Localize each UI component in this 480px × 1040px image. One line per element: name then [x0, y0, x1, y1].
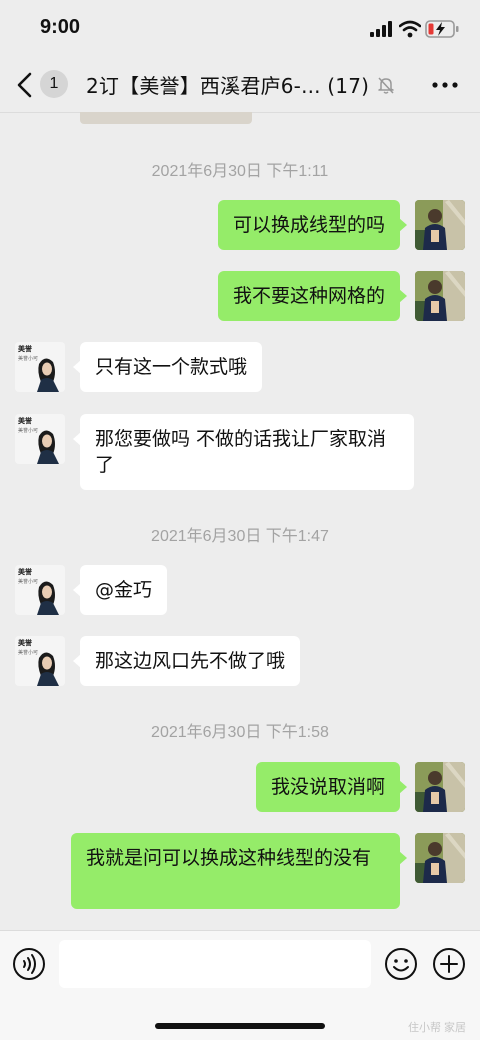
message-bubble[interactable]: 我不要这种网格的	[217, 271, 408, 321]
contact-avatar-photo: 美誉 美誉小可	[15, 414, 65, 464]
battery-charging-icon	[425, 20, 459, 38]
mute-bell-icon	[378, 77, 394, 94]
my-avatar-photo	[415, 200, 465, 250]
my-avatar[interactable]	[415, 200, 465, 250]
avatar-brand-sublabel: 美誉小可	[18, 355, 38, 362]
message-timestamp: 2021年6月30日 下午1:58	[151, 724, 329, 741]
message-bubble[interactable]: 那这边风口先不做了哦	[72, 636, 301, 686]
emoji-icon[interactable]	[384, 947, 418, 981]
chat-header: 1 2订【美誉】西溪君庐6-... (17)	[0, 58, 480, 113]
unread-count-badge[interactable]: 1	[40, 70, 68, 98]
contact-avatar-photo: 美誉 美誉小可	[15, 342, 65, 392]
previous-image-message[interactable]	[80, 112, 252, 124]
input-bar: 住小帮 家居	[0, 930, 480, 1040]
contact-avatar[interactable]: 美誉 美誉小可	[15, 565, 65, 615]
avatar-brand-sublabel: 美誉小可	[18, 427, 38, 434]
status-time: 9:00	[40, 16, 81, 38]
my-avatar-photo	[415, 271, 465, 321]
message-bubble[interactable]: 我没说取消啊	[255, 762, 408, 812]
chat-title[interactable]: 2订【美誉】西溪君庐6-... (17)	[86, 70, 369, 99]
message-input[interactable]	[59, 940, 371, 988]
avatar-brand-label: 美誉	[18, 567, 33, 576]
my-avatar[interactable]	[415, 271, 465, 321]
message-timestamp: 2021年6月30日 下午1:47	[151, 528, 329, 545]
status-bar: 9:00	[0, 0, 480, 58]
contact-avatar-photo: 美誉 美誉小可	[15, 636, 65, 686]
message-bubble[interactable]: 只有这一个款式哦	[72, 342, 263, 392]
message-bubble[interactable]: 那您要做吗 不做的话我让厂家取消了	[73, 414, 414, 490]
watermark: 住小帮 家居	[408, 1022, 467, 1034]
cellular-signal-icon	[370, 21, 392, 37]
back-chevron-icon[interactable]	[14, 71, 36, 99]
message-bubble[interactable]: 可以换成线型的吗	[217, 200, 408, 250]
my-avatar-photo	[415, 833, 465, 883]
voice-icon[interactable]	[12, 947, 46, 981]
message-timestamp: 2021年6月30日 下午1:11	[151, 163, 329, 180]
avatar-brand-sublabel: 美誉小可	[18, 578, 38, 585]
message-bubble[interactable]: @金巧	[72, 565, 168, 615]
avatar-brand-sublabel: 美誉小可	[18, 649, 38, 656]
more-dots-icon[interactable]	[432, 82, 458, 88]
my-avatar[interactable]	[415, 762, 465, 812]
message-bubble[interactable]: 我就是问可以换成这种线型的没有	[71, 833, 407, 909]
contact-avatar[interactable]: 美誉 美誉小可	[15, 414, 65, 464]
wifi-icon	[399, 20, 421, 38]
contact-avatar[interactable]: 美誉 美誉小可	[15, 636, 65, 686]
avatar-brand-label: 美誉	[18, 638, 33, 647]
plus-icon[interactable]	[432, 947, 466, 981]
avatar-brand-label: 美誉	[18, 344, 33, 353]
my-avatar[interactable]	[415, 833, 465, 883]
contact-avatar-photo: 美誉 美誉小可	[15, 565, 65, 615]
avatar-brand-label: 美誉	[18, 416, 33, 425]
message-list[interactable]: 2021年6月30日 下午1:11 可以换成线型的吗 我不要这种网格的 美誉 美…	[0, 112, 480, 930]
my-avatar-photo	[415, 762, 465, 812]
contact-avatar[interactable]: 美誉 美誉小可	[15, 342, 65, 392]
home-indicator	[155, 1023, 325, 1029]
